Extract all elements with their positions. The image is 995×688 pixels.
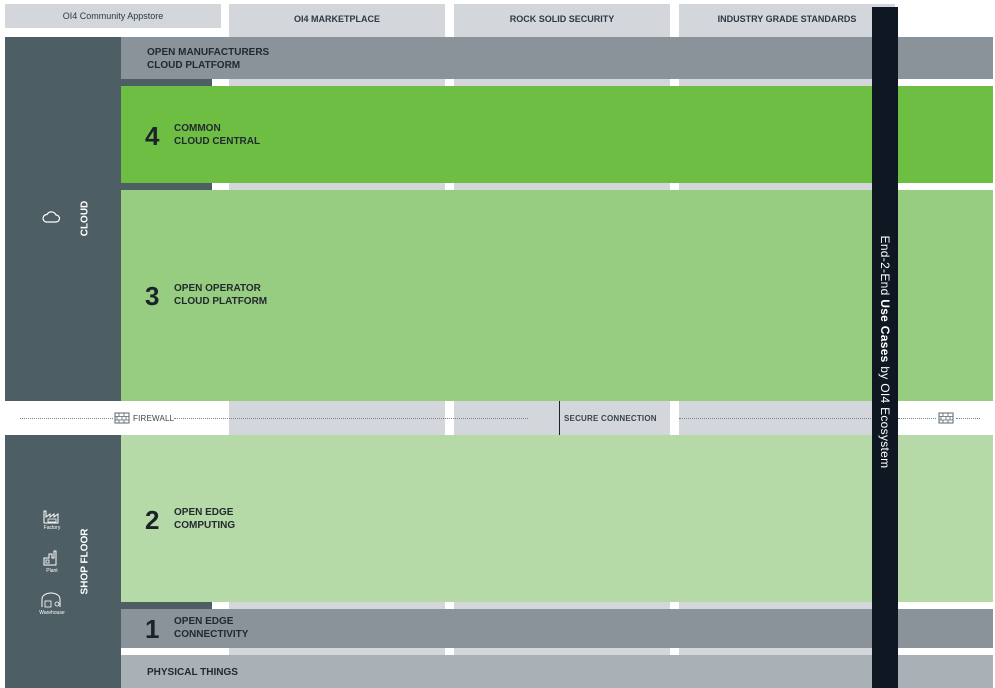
layer4-band[interactable]: 4 COMMON CLOUD CENTRAL: [121, 86, 993, 183]
layer1-number: 1: [145, 614, 160, 644]
physical-things-label: PHYSICAL THINGS: [147, 667, 238, 678]
layer1-line2: CONNECTIVITY: [174, 629, 249, 640]
marketplace-header[interactable]: OI4 MARKETPLACE: [229, 4, 445, 34]
layer3-line2: CLOUD PLATFORM: [174, 296, 268, 307]
layer3-line1: OPEN OPERATOR: [174, 283, 261, 294]
physical-things-band[interactable]: PHYSICAL THINGS: [121, 655, 993, 688]
firewall-icon-right: [938, 412, 954, 424]
warehouse-icon: [41, 592, 61, 608]
end-to-end-bar[interactable]: End-2-End Use Cases by OI4 Ecosystem: [872, 7, 898, 688]
layer4-line2: CLOUD CENTRAL: [174, 136, 261, 147]
manufacturers-band[interactable]: OPEN MANUFACTURERS CLOUD PLATFORM: [121, 37, 993, 79]
firewall-line-middle: [174, 418, 528, 419]
security-header[interactable]: ROCK SOLID SECURITY: [454, 4, 670, 34]
end-to-end-bold: Use Cases: [878, 299, 892, 363]
layer1-line1: OPEN EDGE: [174, 616, 234, 627]
secure-connection-divider: [559, 401, 560, 435]
firewall-line-left: [20, 418, 113, 419]
secure-connection-label: SECURE CONNECTION: [564, 414, 657, 423]
manufacturers-line1: OPEN MANUFACTURERS: [147, 47, 270, 58]
layer4-number: 4: [145, 121, 160, 151]
layer3-number: 3: [145, 281, 160, 311]
factory-label: Factory: [43, 525, 61, 531]
cloud-zone-label: CLOUD: [79, 200, 91, 237]
standards-header[interactable]: INDUSTRY GRADE STANDARDS: [679, 4, 895, 34]
layer2-line2: COMPUTING: [174, 520, 236, 531]
firewall-line-right: [679, 418, 873, 419]
layer1-connector: [121, 602, 212, 609]
layer3-band[interactable]: 3 OPEN OPERATOR CLOUD PLATFORM: [121, 190, 993, 401]
layer1-band[interactable]: 1 OPEN EDGE CONNECTIVITY: [121, 609, 993, 648]
cloud-zone: CLOUD: [5, 37, 121, 401]
firewall-label: FIREWALL: [133, 414, 175, 423]
shop-floor-zone: Factory Plant Warehouse SHOP FLOOR: [5, 435, 121, 688]
plant-label: Plant: [46, 568, 58, 574]
layer2-band[interactable]: 2 OPEN EDGE COMPUTING: [121, 435, 993, 602]
plant-icon: [43, 550, 57, 566]
cloud-icon: [42, 211, 61, 223]
shop-floor-zone-label: SHOP FLOOR: [79, 528, 91, 595]
end-to-end-label: End-2-End Use Cases by OI4 Ecosystem: [877, 209, 893, 495]
layer4-connector: [121, 79, 212, 86]
firewall-icon: [114, 412, 130, 424]
end-to-end-prefix: End-2-End: [878, 235, 892, 300]
firewall-line-end: [956, 418, 980, 419]
appstore-header[interactable]: OI4 Community Appstore: [5, 4, 221, 28]
factory-icon: [43, 510, 59, 524]
layer3-connector: [121, 183, 212, 190]
layer2-number: 2: [145, 505, 160, 535]
firewall-line-far-right: [898, 418, 936, 419]
layer2-line1: OPEN EDGE: [174, 507, 234, 518]
layer4-line1: COMMON: [174, 123, 221, 134]
manufacturers-line2: CLOUD PLATFORM: [147, 60, 241, 71]
warehouse-label: Warehouse: [39, 610, 65, 616]
end-to-end-suffix: by OI4 Ecosystem: [878, 362, 892, 469]
